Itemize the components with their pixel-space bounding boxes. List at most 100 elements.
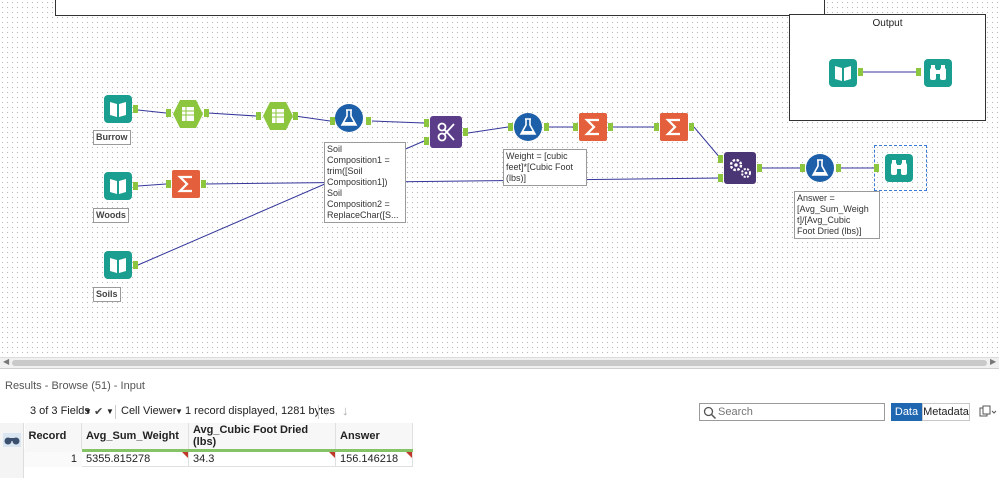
flask-icon — [811, 159, 829, 176]
records-info: 1 record displayed, 1281 bytes — [185, 405, 335, 417]
cell-avg-cubic-foot-dried[interactable]: 34.3 — [188, 450, 336, 467]
output-anchor[interactable] — [463, 128, 468, 136]
column-header-avg-sum-weight[interactable]: Avg_Sum_Weight — [81, 423, 189, 452]
summarize-tool-1[interactable] — [579, 113, 607, 141]
check-dropdown-icon[interactable]: ▼ — [106, 407, 114, 416]
metadata-view-button[interactable]: Metadata — [922, 403, 970, 421]
flask-icon — [519, 118, 537, 135]
input-data-tool-soils[interactable] — [104, 251, 132, 279]
copy-options-icon[interactable] — [979, 405, 997, 419]
label-burrow: Burrow — [93, 130, 131, 145]
connection — [693, 126, 722, 160]
browse-view-icon[interactable] — [3, 433, 21, 447]
input-anchor-right[interactable] — [424, 137, 429, 145]
formula-tool-2[interactable] — [514, 113, 542, 141]
select-tool-2[interactable] — [262, 101, 293, 130]
binoculars-icon — [930, 65, 946, 80]
scroll-right-icon[interactable]: ▶ — [990, 357, 996, 366]
results-title: Results - Browse (51) - Input — [5, 380, 145, 392]
results-grid[interactable]: Record Avg_Sum_Weight Avg_Cubic Foot Dri… — [24, 423, 413, 467]
input-anchor-source[interactable] — [718, 174, 723, 182]
input-anchor[interactable] — [166, 180, 171, 188]
input-data-tool-burrow[interactable] — [104, 95, 132, 123]
output-anchor[interactable] — [689, 123, 694, 131]
cell-answer[interactable]: 156.146218 — [335, 450, 413, 467]
binoculars-icon — [891, 160, 907, 175]
connection — [467, 126, 509, 134]
sigma-icon — [665, 118, 680, 136]
output-anchor[interactable] — [133, 182, 138, 190]
input-anchor[interactable] — [916, 68, 921, 76]
select-icon — [263, 102, 293, 130]
search-icon — [703, 406, 717, 420]
join-tool[interactable] — [430, 116, 462, 148]
book-icon — [835, 66, 851, 81]
input-anchor[interactable] — [800, 164, 805, 172]
column-header-avg-cubic-foot-dried[interactable]: Avg_Cubic Foot Dried (lbs) — [188, 423, 336, 452]
output-anchor[interactable] — [757, 164, 762, 172]
book-icon — [110, 179, 126, 194]
results-title-bar: Results - Browse (51) - Input — [0, 368, 999, 401]
browse-tool-output[interactable] — [924, 59, 952, 87]
sigma-icon — [584, 118, 599, 136]
output-anchor[interactable] — [608, 123, 613, 131]
label-formula-2: Weight = [cubic feet]*[Cubic Foot (lbs)] — [503, 149, 587, 186]
label-woods: Woods — [93, 208, 129, 223]
arrow-up-icon[interactable]: ↑ — [323, 403, 330, 418]
fields-selector[interactable]: 3 of 3 Fields — [30, 405, 90, 417]
connection — [207, 112, 257, 117]
input-data-tool-output[interactable] — [829, 59, 857, 87]
input-data-tool-woods[interactable] — [104, 172, 132, 200]
search-box[interactable] — [699, 403, 885, 421]
table-row[interactable]: 1 5355.815278 34.3 156.146218 — [24, 450, 413, 467]
input-anchor[interactable] — [256, 112, 261, 120]
output-anchor[interactable] — [133, 105, 138, 113]
formula-tool-1[interactable] — [335, 104, 363, 132]
output-anchor[interactable] — [836, 164, 841, 172]
output-anchor[interactable] — [204, 109, 209, 117]
grid-header-row: Record Avg_Sum_Weight Avg_Cubic Foot Dri… — [24, 423, 413, 452]
output-anchor[interactable] — [366, 117, 371, 125]
output-anchor[interactable] — [201, 180, 206, 188]
checkmark-icon[interactable]: ✔ — [94, 405, 103, 418]
input-anchor[interactable] — [508, 123, 513, 131]
input-anchor[interactable] — [654, 123, 659, 131]
output-anchor[interactable] — [858, 68, 863, 76]
arrow-down-icon[interactable]: ↓ — [342, 403, 349, 418]
label-soils: Soils — [93, 287, 121, 302]
summarize-tool-woods[interactable] — [172, 170, 200, 198]
cell-avg-sum-weight[interactable]: 5355.815278 — [81, 450, 189, 467]
browse-tool-selected[interactable] — [885, 154, 913, 182]
input-anchor-left[interactable] — [424, 119, 429, 127]
record-number: 1 — [24, 450, 82, 467]
workflow-canvas[interactable]: Output Burrow Soil Composition1 = trim([… — [0, 0, 999, 357]
scroll-left-icon[interactable]: ◀ — [3, 357, 9, 366]
column-header-answer[interactable]: Answer — [335, 423, 413, 452]
toolbar-divider — [115, 405, 116, 419]
book-icon — [110, 258, 126, 273]
fields-dropdown-icon[interactable]: ▼ — [84, 407, 92, 416]
input-anchor[interactable] — [573, 123, 578, 131]
input-anchor[interactable] — [874, 164, 879, 172]
search-input[interactable] — [718, 405, 882, 419]
select-tool-1[interactable] — [172, 99, 203, 128]
column-header-record[interactable]: Record — [24, 423, 82, 452]
gears-icon — [729, 158, 751, 178]
label-formula-3: Answer = [Avg_Sum_Weigh t]/[Avg_Cubic Fo… — [794, 191, 880, 239]
connection — [204, 177, 722, 185]
scrollbar-thumb[interactable] — [12, 360, 987, 366]
formula-tool-3[interactable] — [806, 154, 834, 182]
output-anchor[interactable] — [133, 261, 138, 269]
output-anchor[interactable] — [544, 123, 549, 131]
cell-viewer-dropdown-icon[interactable]: ▼ — [175, 407, 183, 416]
cell-viewer-selector[interactable]: Cell Viewer — [121, 405, 176, 417]
append-fields-tool[interactable] — [724, 152, 756, 184]
output-anchor[interactable] — [293, 112, 298, 120]
connection — [137, 183, 167, 187]
input-anchor-target[interactable] — [718, 155, 723, 163]
canvas-horizontal-scrollbar[interactable]: ◀ ▶ — [0, 357, 999, 368]
data-view-button[interactable]: Data — [891, 403, 922, 421]
connection — [294, 115, 331, 122]
summarize-tool-2[interactable] — [660, 113, 688, 141]
input-anchor[interactable] — [166, 109, 171, 117]
